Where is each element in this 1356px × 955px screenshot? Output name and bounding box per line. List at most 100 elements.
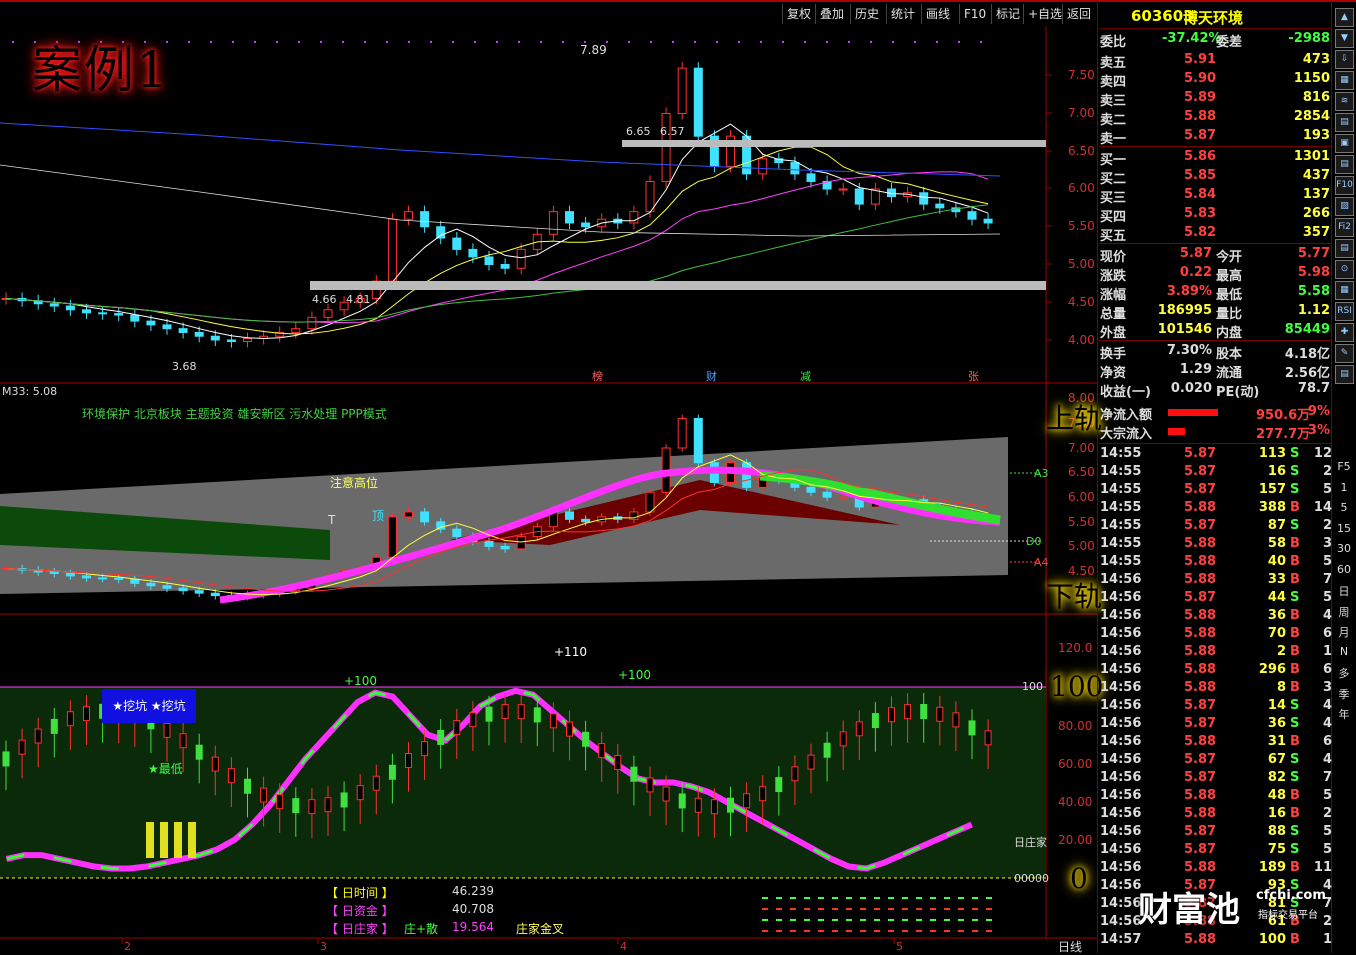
toolbar-button-8[interactable]: 返回 [1062, 4, 1095, 24]
period-tab[interactable]: 60 [1335, 563, 1353, 576]
bid-row: 买五 5.82 357 [1100, 225, 1330, 244]
tick-time: 14:56 [1100, 788, 1142, 803]
candle-body [323, 309, 333, 318]
signal-dash [776, 908, 782, 910]
toolstrip-icon[interactable]: ⇩ [1335, 50, 1354, 69]
period-tab[interactable]: 多 [1335, 665, 1353, 681]
stat2-label: 换手 [1100, 347, 1127, 362]
toolstrip-icon[interactable]: Fi2 [1335, 218, 1354, 237]
signal-dash [986, 930, 992, 932]
period-tab[interactable]: 日 [1335, 583, 1353, 599]
tick-count: 14 [1313, 500, 1332, 515]
period-tab[interactable]: 周 [1335, 604, 1353, 620]
signal-dash [818, 908, 824, 910]
toolbar-button-1[interactable]: 叠加 [815, 4, 848, 24]
tick-vol: 14 [1267, 698, 1286, 713]
low-candle-body [2, 751, 10, 767]
lowest-mark: ★最低 [148, 762, 183, 776]
period-tab[interactable]: 30 [1335, 542, 1353, 555]
toolbar-button-6[interactable]: 标记 [991, 4, 1024, 24]
period-tab[interactable]: 15 [1335, 522, 1353, 535]
low-candle-body [968, 720, 976, 736]
bid-vol: 266 [1302, 206, 1330, 221]
toolstrip-icon[interactable]: ✚ [1335, 323, 1354, 342]
candle-body [967, 211, 977, 220]
toolbar-button-3[interactable]: 统计 [886, 4, 919, 24]
period-tab[interactable]: 5 [1335, 501, 1353, 514]
signal-dot [232, 41, 234, 43]
low-candle-body [984, 730, 992, 746]
toolstrip-icon[interactable]: ▣ [1335, 134, 1354, 153]
signal-dash [860, 930, 866, 932]
tick-time: 14:56 [1100, 590, 1142, 605]
candle-body [291, 328, 301, 333]
low-candle-body [888, 707, 895, 723]
tick-count: 2 [1322, 914, 1332, 929]
ask-row: 卖四 5.90 1150 [1100, 71, 1330, 90]
toolstrip-icon[interactable]: ⊙ [1335, 260, 1354, 279]
candle-body [484, 256, 494, 266]
flow-pct: 9% [1307, 404, 1330, 419]
signal-dash [762, 930, 768, 932]
toolstrip-icon[interactable]: F10 [1335, 176, 1354, 195]
period-tab[interactable]: 年 [1335, 706, 1353, 722]
low-candle-body [807, 754, 815, 770]
period-tab[interactable]: 季 [1335, 686, 1353, 702]
legend-value: 40.708 [452, 902, 494, 916]
candle-body [935, 203, 945, 209]
low-candle-body [791, 766, 799, 782]
tick-time: 14:56 [1100, 572, 1142, 587]
toolstrip-icon[interactable]: ▤ [1335, 239, 1354, 258]
toolstrip-icon[interactable]: ▲ [1335, 8, 1354, 27]
toolstrip-icon[interactable]: ≋ [1335, 92, 1354, 111]
signal-dash [832, 930, 838, 932]
candle-body [162, 324, 172, 330]
stat2-label-2: 流通 [1216, 366, 1243, 381]
main-y-label: 6.00 [1068, 181, 1095, 195]
tick-time: 14:55 [1100, 536, 1142, 551]
toolstrip-icon[interactable]: ▤ [1335, 155, 1354, 174]
toolstrip-icon[interactable]: ▦ [1335, 71, 1354, 90]
toolstrip-icon[interactable]: ▦ [1335, 281, 1354, 300]
tick-count: 4 [1322, 716, 1332, 731]
period-tab[interactable]: 月 [1335, 624, 1353, 640]
period-tab[interactable]: 1 [1335, 481, 1353, 494]
toolbar-button-7[interactable]: +自选 [1023, 4, 1066, 24]
tick-count: 2 [1322, 464, 1332, 479]
tick-count: 4 [1322, 698, 1332, 713]
period-label[interactable]: 日线 [1058, 938, 1082, 955]
tick-time: 14:55 [1100, 554, 1142, 569]
signal-dash [944, 908, 950, 910]
mid-candle-body [500, 545, 510, 550]
low-candle-body [533, 707, 541, 723]
tick-vol: 82 [1267, 770, 1286, 785]
resistance-band [622, 140, 1046, 147]
signal-dot [562, 41, 564, 43]
period-tab[interactable]: F5 [1335, 460, 1353, 473]
toolstrip-icon[interactable]: ✎ [1335, 344, 1354, 363]
stat2-label-2: PE(动) [1216, 385, 1260, 400]
tick-count: 1 [1322, 932, 1332, 947]
toolstrip-icon[interactable]: ▤ [1335, 365, 1354, 384]
signal-dash [930, 897, 936, 899]
tick-side: S [1290, 446, 1300, 461]
tick-vol: 88 [1267, 824, 1286, 839]
toolbar-button-0[interactable]: 复权 [782, 4, 815, 24]
toolbar-button-5[interactable]: F10 [959, 4, 990, 24]
toolstrip-icon[interactable]: ▨ [1335, 197, 1354, 216]
period-tab[interactable]: N [1335, 645, 1353, 658]
toolstrip-icon[interactable]: ▼ [1335, 29, 1354, 48]
toolstrip-icon[interactable]: RSI [1335, 302, 1354, 321]
tick-row: 14:56 5.88 296 B 6 [1100, 662, 1332, 680]
signal-dot [738, 41, 740, 43]
tick-count: 4 [1322, 608, 1332, 623]
toolbar-button-2[interactable]: 历史 [850, 4, 883, 24]
signal-dash [930, 919, 936, 921]
toolbar-button-4[interactable]: 画线 [921, 4, 954, 24]
stat-value-2: 85449 [1284, 322, 1330, 337]
toolstrip-icon[interactable]: ▤ [1335, 113, 1354, 132]
ask-label: 卖一 [1100, 132, 1127, 147]
ask-row: 卖二 5.88 2854 [1100, 109, 1330, 128]
legend-value: 46.239 [452, 884, 494, 898]
tick-vol: 189 [1258, 860, 1286, 875]
